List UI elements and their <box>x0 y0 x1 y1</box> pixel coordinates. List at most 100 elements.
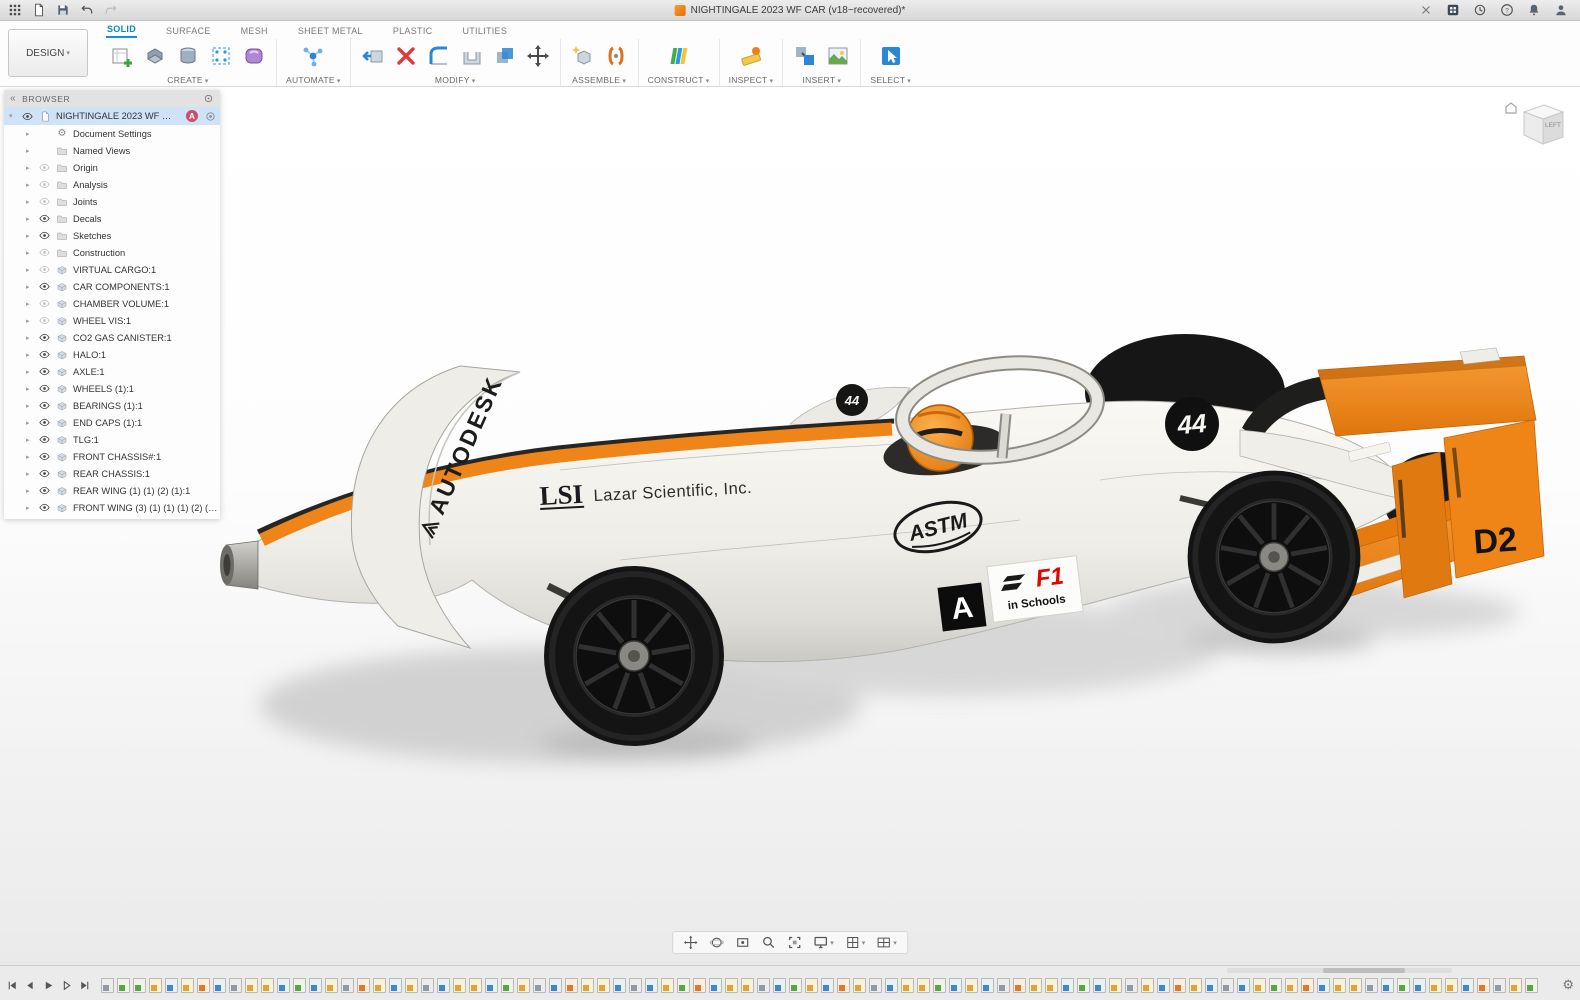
expand-arrow[interactable]: ▸ <box>26 283 34 291</box>
timeline-feature-icon[interactable] <box>901 978 914 993</box>
timeline-feature-icon[interactable] <box>309 978 322 993</box>
model-canvas[interactable]: LSI Lazar Scientific, Inc. ASTM A F1 in … <box>0 86 1580 966</box>
timeline-feature-icon[interactable] <box>1317 978 1330 993</box>
group-label-create[interactable]: CREATE <box>167 75 208 85</box>
expand-arrow[interactable]: ▸ <box>26 300 34 308</box>
timeline-feature-icon[interactable] <box>757 978 770 993</box>
group-label-automate[interactable]: AUTOMATE <box>286 75 341 85</box>
timeline-feature-icon[interactable] <box>965 978 978 993</box>
expand-arrow[interactable]: ▾ <box>9 112 17 120</box>
look-at-button[interactable] <box>735 935 750 950</box>
browser-item[interactable]: ▸FRONT CHASSIS#:1 <box>4 448 220 465</box>
timeline-feature-icon[interactable] <box>1477 978 1490 993</box>
timeline-scroll-thumb[interactable] <box>1323 968 1405 973</box>
browser-item[interactable]: ▸Joints <box>4 193 220 210</box>
timeline-feature-icon[interactable] <box>341 978 354 993</box>
automate-button[interactable] <box>300 43 326 69</box>
display-settings-button[interactable] <box>813 935 834 950</box>
group-label-inspect[interactable]: INSPECT <box>729 75 774 85</box>
timeline-settings-gear-icon[interactable]: ⚙ <box>1562 978 1574 991</box>
notifications-bell-icon[interactable] <box>1527 3 1541 17</box>
visibility-eye-icon[interactable] <box>38 417 51 428</box>
tab-mesh[interactable]: MESH <box>240 26 269 38</box>
timeline-feature-icon[interactable] <box>1525 978 1538 993</box>
expand-arrow[interactable]: ▸ <box>26 368 34 376</box>
timeline-feature-icon[interactable] <box>645 978 658 993</box>
expand-arrow[interactable]: ▸ <box>26 130 34 138</box>
timeline-feature-icon[interactable] <box>1333 978 1346 993</box>
history-clock-icon[interactable] <box>1473 3 1487 17</box>
expand-arrow[interactable]: ▸ <box>26 317 34 325</box>
tab-utilities[interactable]: UTILITIES <box>461 26 508 38</box>
browser-item[interactable]: ▸⚙Document Settings <box>4 125 220 142</box>
play-button[interactable] <box>42 979 55 992</box>
sketch-create-button[interactable] <box>109 43 135 69</box>
canvas-button[interactable] <box>825 43 851 69</box>
construction-plane-button[interactable] <box>666 43 692 69</box>
browser-item[interactable]: ▸VIRTUAL CARGO:1 <box>4 261 220 278</box>
timeline-feature-icon[interactable] <box>469 978 482 993</box>
visibility-eye-icon[interactable] <box>21 111 34 122</box>
visibility-eye-icon[interactable] <box>38 298 51 309</box>
extrude-button[interactable] <box>142 43 168 69</box>
expand-arrow[interactable]: ▸ <box>26 334 34 342</box>
timeline-feature-icon[interactable] <box>821 978 834 993</box>
timeline-feature-icon[interactable] <box>133 978 146 993</box>
timeline-feature-icon[interactable] <box>1029 978 1042 993</box>
tab-solid[interactable]: SOLID <box>106 24 137 38</box>
browser-item[interactable]: ▸Sketches <box>4 227 220 244</box>
user-avatar-icon[interactable] <box>1554 3 1568 17</box>
visibility-eye-icon[interactable] <box>38 196 51 207</box>
timeline-feature-icon[interactable] <box>1045 978 1058 993</box>
timeline-feature-icon[interactable] <box>1125 978 1138 993</box>
pan-button[interactable] <box>683 935 698 950</box>
browser-item[interactable]: ▸TLG:1 <box>4 431 220 448</box>
browser-item[interactable]: ▸FRONT WING (3) (1) (1) (1) (2) (1... <box>4 499 220 516</box>
timeline-feature-icon[interactable] <box>709 978 722 993</box>
browser-item[interactable]: ▸WHEEL VIS:1 <box>4 312 220 329</box>
browser-item[interactable]: ▸Analysis <box>4 176 220 193</box>
timeline-feature-icon[interactable] <box>1445 978 1458 993</box>
new-component-button[interactable] <box>570 43 596 69</box>
timeline-feature-icon[interactable] <box>773 978 786 993</box>
visibility-eye-icon[interactable] <box>38 366 51 377</box>
workspace-switcher[interactable]: DESIGN <box>8 29 88 77</box>
tab-surface[interactable]: SURFACE <box>165 26 212 38</box>
revolve-button[interactable] <box>175 43 201 69</box>
timeline-feature-icon[interactable] <box>1413 978 1426 993</box>
timeline-feature-icon[interactable] <box>165 978 178 993</box>
expand-arrow[interactable]: ▸ <box>26 470 34 478</box>
timeline-feature-icon[interactable] <box>869 978 882 993</box>
timeline-feature-icon[interactable] <box>1221 978 1234 993</box>
combine-button[interactable] <box>492 43 518 69</box>
browser-item[interactable]: ▸BEARINGS (1):1 <box>4 397 220 414</box>
delete-button[interactable] <box>393 43 419 69</box>
timeline-feature-icon[interactable] <box>997 978 1010 993</box>
timeline-feature-icon[interactable] <box>1493 978 1506 993</box>
timeline-feature-icon[interactable] <box>725 978 738 993</box>
viewcube-face-label[interactable]: LEFT <box>1545 122 1561 129</box>
expand-arrow[interactable]: ▸ <box>26 487 34 495</box>
timeline-feature-icon[interactable] <box>1061 978 1074 993</box>
timeline-feature-icon[interactable] <box>1429 978 1442 993</box>
measure-button[interactable] <box>738 43 764 69</box>
tab-plastic[interactable]: PLASTIC <box>392 26 434 38</box>
timeline-feature-icon[interactable] <box>949 978 962 993</box>
browser-item[interactable]: ▸CO2 GAS CANISTER:1 <box>4 329 220 346</box>
timeline-feature-icon[interactable] <box>373 978 386 993</box>
timeline-feature-icon[interactable] <box>741 978 754 993</box>
expand-arrow[interactable]: ▸ <box>26 402 34 410</box>
browser-item[interactable]: ▸WHEELS (1):1 <box>4 380 220 397</box>
fillet-button[interactable] <box>426 43 452 69</box>
timeline-feature-icon[interactable] <box>1141 978 1154 993</box>
timeline-feature-icon[interactable] <box>1237 978 1250 993</box>
timeline-feature-icon[interactable] <box>1269 978 1282 993</box>
timeline-feature-icon[interactable] <box>1381 978 1394 993</box>
timeline-feature-icon[interactable] <box>933 978 946 993</box>
timeline-feature-icon[interactable] <box>261 978 274 993</box>
group-label-select[interactable]: SELECT <box>870 75 911 85</box>
timeline-feature-icon[interactable] <box>837 978 850 993</box>
form-button[interactable] <box>241 43 267 69</box>
expand-arrow[interactable]: ▸ <box>26 504 34 512</box>
visibility-eye-icon[interactable] <box>38 247 51 258</box>
